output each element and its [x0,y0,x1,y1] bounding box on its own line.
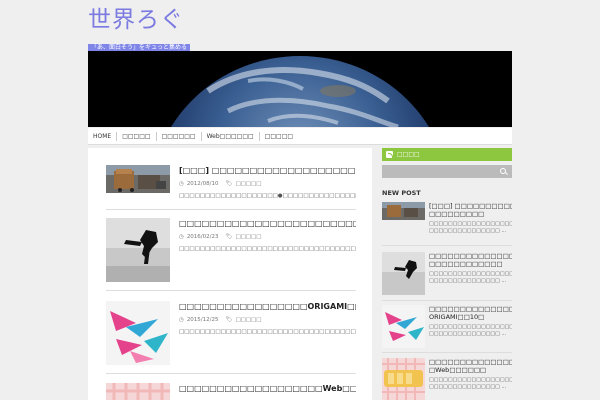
sidebar-post-excerpt: □□□□□□□□□□□□□□□□□□□□□ [429,377,512,383]
sidebar-post-excerpt: □□□□□□□□□□□□□□□□□□□□□ [429,324,512,330]
rss-label: □□□□ [397,151,420,158]
sidebar-post-title-cont[interactable]: ORIGAMI□□10□ [429,313,512,321]
sidebar-post-excerpt-cont: □□□□□□□□□□□□□□□ ... [429,228,507,234]
search-icon[interactable] [500,168,506,174]
sidebar-post-excerpt: □□□□□□□□□□□□□□□□□□●□□ [429,221,512,227]
sidebar-post-thumbnail[interactable] [382,305,425,348]
post-date: 2012/08/10 [186,181,219,187]
post-thumbnail[interactable] [106,218,170,282]
sidebar-post-title[interactable]: [□□□] □□□□□□□□□□□□□□□ [429,202,512,210]
site-title[interactable]: 世界ろぐ [88,6,512,34]
post-meta: ◷ 2015/12/25 🏷 □□□□□ [179,317,356,323]
sidebar-post-thumbnail[interactable] [382,358,425,400]
nav-item-3[interactable]: □□□□□□ [157,131,202,141]
nav-item-web[interactable]: Web□□□□□□ [202,131,260,141]
header-banner-earth-image [88,51,512,127]
main-nav: HOME □□□□□ □□□□□□ Web□□□□□□ □□□□□ [88,128,512,145]
divider [382,300,512,301]
post-category[interactable]: □□□□□ [236,234,262,240]
sidebar-post-excerpt: □□□□□□□□□□□□□□□□□□□□□ [429,271,512,277]
sidebar-post-thumbnail[interactable] [382,252,425,295]
divider [106,209,356,210]
sidebar-post-title[interactable]: □□□□□□□□□□□□□□□□ [429,305,512,313]
divider [106,290,356,291]
post-excerpt: □□□□□□□□□□□□□□□□□□□□□□□□□□□□□□□□□□ ... [179,329,356,335]
post-title[interactable]: □□□□□□□□□□□□□□□□□ORIGAMI□□10□ [179,301,356,312]
search-input[interactable] [382,165,512,178]
sidebar-post-title-cont[interactable]: □□□□□□□□□ [429,210,512,218]
sidebar-post-excerpt-cont: □□□□□□□□□□□□□□□ ... [429,331,507,337]
clock-icon: ◷ [179,317,184,323]
sidebar-post-title[interactable]: □□□□□□□□□□□□□□□□□ [429,252,512,260]
post-thumbnail[interactable] [106,383,170,400]
sidebar: □□□□ NEW POST [□□□] □□□□□□□□□ □□□□□□ □□□ □… [382,148,512,400]
post-thumbnail[interactable] [106,301,170,365]
sidebar-post-excerpt-cont: □□□□□□□□□□□□□□□ ... [429,278,507,284]
sidebar-post-thumbnail[interactable] [382,202,425,220]
nav-item-2[interactable]: □□□□□ [117,131,157,141]
tag-icon: 🏷 [225,317,233,323]
post-meta: ◷ 2012/08/10 🏷 □□□□□ [179,181,356,187]
post-date: 2015/12/25 [186,317,219,323]
post-meta: ◷ 2016/02/23 🏷 □□□□□ [179,234,356,240]
post-title[interactable]: □□□□□□□□□□□□□□□□□□□□□□□□□□□□□ [179,218,356,229]
nav-item-5[interactable]: □□□□□ [260,132,298,141]
post-title[interactable]: □□□□□□□□□□□□□□□□□□□Web□□□□□□ [179,383,356,394]
sidebar-post-title-cont[interactable]: □□□□□□□□□□□□ [429,260,512,268]
post-excerpt: □□□□□□□□□□□□□□□□□□□□□□□□□□□□□□□□□□ ... [179,246,356,252]
post-excerpt: □□□□□□□□□□□□□□□□□□□●□□□□□□□□□□□□□□□ ... [179,193,356,199]
divider [382,352,512,353]
divider [382,245,512,246]
sidebar-post-excerpt-cont: □□□□□□□□□□□□□□□ ... [429,384,507,390]
post-thumbnail[interactable] [106,165,170,193]
post-category[interactable]: □□□□□ [236,317,262,323]
new-post-heading: NEW POST [382,189,421,197]
nav-item-home[interactable]: HOME [88,131,118,141]
post-date: 2016/02/23 [186,234,219,240]
rss-subscribe-box[interactable]: □□□□ [382,148,512,161]
rss-icon [386,151,393,158]
tag-icon: 🏷 [225,181,233,187]
clock-icon: ◷ [179,234,184,240]
divider [106,373,356,374]
tag-icon: 🏷 [225,234,233,240]
clock-icon: ◷ [179,181,184,187]
site-header: 世界ろぐ 「あ、面白そう」をギュっと集める [88,6,512,52]
main-content: [□□□] □□□□□□□□□□□□□□□□□□□□□□□□ ◷ 2012/08… [88,148,372,400]
post-title[interactable]: [□□□] □□□□□□□□□□□□□□□□□□□□□□□□ [179,165,356,176]
post-category[interactable]: □□□□□ [236,181,262,187]
sidebar-post-title-cont[interactable]: □Web□□□□□□ [429,366,512,374]
sidebar-post-title[interactable]: □□□□□□□□□□□□□□□□□ [429,358,512,366]
